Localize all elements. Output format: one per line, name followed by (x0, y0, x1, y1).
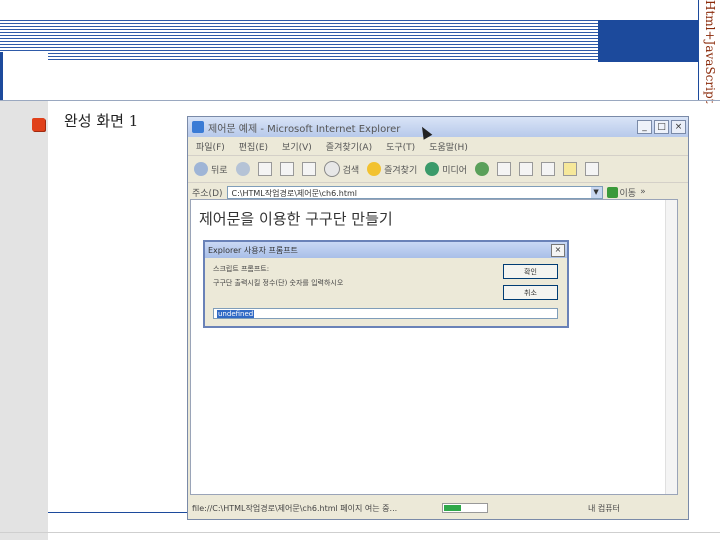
menu-view[interactable]: 보기(V) (282, 140, 312, 153)
status-text: file://C:\HTML작업경로\제어문\ch6.html 페이지 여는 중… (192, 503, 398, 513)
favorites-label: 즐겨찾기 (384, 165, 418, 176)
stop-icon[interactable] (257, 162, 272, 176)
ie-titlebar[interactable]: 제어문 예제 - Microsoft Internet Explorer _ □… (188, 117, 688, 137)
progress-bar (442, 503, 488, 513)
header-stripe-dark (598, 20, 698, 62)
prompt-input-value: undefined (217, 310, 255, 318)
vertical-scrollbar[interactable] (665, 200, 677, 494)
links-button[interactable]: » (640, 187, 646, 197)
back-button[interactable]: 뒤로 (194, 162, 228, 176)
chevron-down-icon[interactable]: ▼ (590, 186, 602, 198)
header-divider (698, 0, 699, 100)
back-label: 뒤로 (211, 165, 228, 176)
back-arrow-icon (194, 162, 208, 176)
header-stripe (0, 20, 598, 62)
menu-tools[interactable]: 도구(T) (386, 140, 415, 153)
address-label: 주소(D) (192, 188, 223, 199)
go-label: 이동 (619, 188, 637, 199)
media-label: 미디어 (442, 165, 468, 176)
close-button[interactable]: × (671, 120, 686, 134)
folder-icon[interactable] (563, 162, 578, 176)
header-rule (0, 100, 720, 101)
slide-sidebar-top (0, 52, 48, 100)
prompt-message: 구구단 출력시킬 정수(단) 숫자를 입력하시오 (213, 279, 344, 287)
page-content: 제어문을 이용한 구구단 만들기 Explorer 사용자 프롬프트 × 스크립… (190, 199, 678, 495)
ok-button[interactable]: 확인 (503, 264, 558, 279)
menu-edit[interactable]: 편집(E) (239, 140, 268, 153)
star-icon (367, 162, 382, 176)
dialog-body: 스크립트 프롬프트: 구구단 출력시킬 정수(단) 숫자를 입력하시오 확인 취… (205, 258, 567, 326)
favorites-button[interactable]: 즐겨찾기 (367, 162, 417, 176)
media-button[interactable]: 미디어 (425, 162, 467, 176)
progress-fill (444, 505, 461, 511)
slide-heading: 완성 화면 1 (64, 112, 139, 130)
go-button[interactable]: 이동 (606, 186, 637, 199)
refresh-icon[interactable] (279, 162, 294, 176)
messenger-icon[interactable] (585, 162, 600, 176)
cancel-button[interactable]: 취소 (503, 285, 558, 300)
menu-bar: 파일(F) 편집(E) 보기(V) 즐겨찾기(A) 도구(T) 도움말(H) (188, 137, 688, 156)
status-bar: file://C:\HTML작업경로\제어문\ch6.html 페이지 여는 중… (188, 499, 688, 517)
dialog-title: Explorer 사용자 프롬프트 (208, 245, 298, 255)
history-icon[interactable] (475, 162, 490, 176)
address-input[interactable]: C:\HTML작업경로\제어문\ch6.html ▼ (226, 185, 603, 199)
prompt-input[interactable]: undefined (213, 308, 558, 319)
vertical-title: Html+JavaScript (700, 0, 720, 103)
security-zone: 내 컴퓨터 (588, 503, 620, 513)
menu-favorites[interactable]: 즐겨찾기(A) (326, 140, 372, 153)
search-icon (323, 161, 340, 177)
print-icon[interactable] (519, 162, 534, 176)
ie-window: 제어문 예제 - Microsoft Internet Explorer _ □… (187, 116, 689, 520)
dialog-titlebar[interactable]: Explorer 사용자 프롬프트 × (205, 242, 567, 258)
forward-arrow-icon[interactable] (235, 162, 250, 176)
home-icon[interactable] (301, 162, 316, 176)
menu-help[interactable]: 도움말(H) (429, 140, 468, 153)
toolbar: 뒤로 검색 즐겨찾기 미디어 (188, 156, 688, 183)
minimize-button[interactable]: _ (637, 120, 652, 134)
prompt-label: 스크립트 프롬프트: (213, 265, 270, 273)
dialog-close-button[interactable]: × (551, 243, 565, 257)
address-value: C:\HTML작업경로\제어문\ch6.html (231, 188, 357, 198)
search-label: 검색 (342, 165, 360, 176)
media-icon (425, 162, 440, 176)
edit-icon[interactable] (541, 162, 556, 176)
prompt-dialog: Explorer 사용자 프롬프트 × 스크립트 프롬프트: 구구단 출력시킬 … (203, 240, 569, 328)
menu-file[interactable]: 파일(F) (196, 140, 225, 153)
mail-icon[interactable] (497, 162, 512, 176)
search-button[interactable]: 검색 (323, 161, 360, 177)
maximize-button[interactable]: □ (654, 120, 669, 134)
page-heading: 제어문을 이용한 구구단 만들기 (199, 210, 393, 228)
ie-app-icon (192, 121, 204, 133)
go-arrow-icon (606, 186, 618, 198)
footer-rule-light (0, 532, 720, 533)
bullet-icon (32, 118, 45, 131)
